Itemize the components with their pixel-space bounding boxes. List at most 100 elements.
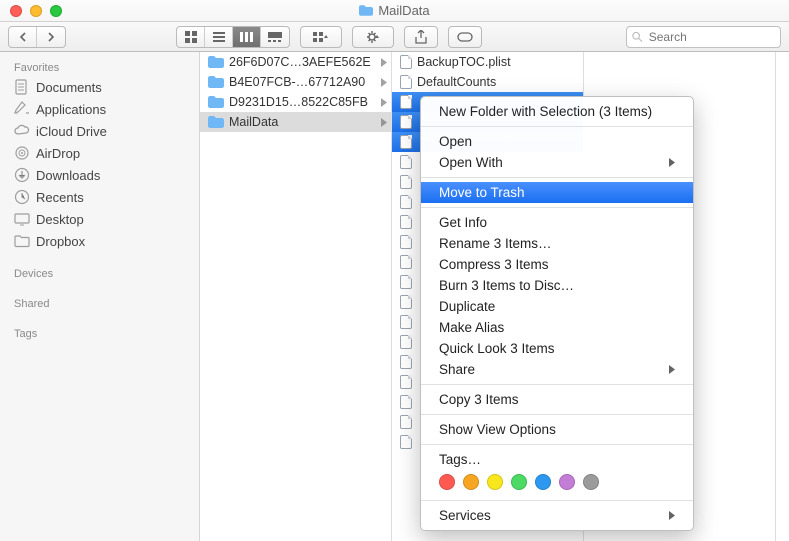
sidebar-section-label: Devices	[0, 264, 199, 282]
nav-forward-button[interactable]	[37, 27, 65, 47]
search-icon	[632, 31, 643, 43]
view-icons-button[interactable]	[177, 27, 205, 47]
menu-separator	[421, 177, 693, 178]
file-icon	[400, 335, 412, 349]
column: 26F6D07C…3AEFE562E B4E07FCB-…67712A90 D923…	[200, 52, 392, 541]
tag-color-dot[interactable]	[535, 474, 551, 490]
downloads-icon	[14, 167, 30, 183]
tag-color-dot[interactable]	[487, 474, 503, 490]
sidebar: FavoritesDocumentsApplicationsiCloud Dri…	[0, 52, 200, 541]
sidebar-item[interactable]: Dropbox	[0, 230, 199, 252]
menu-item[interactable]: Move to Trash	[421, 182, 693, 203]
sidebar-item-label: Dropbox	[36, 234, 85, 249]
sidebar-item[interactable]: iCloud Drive	[0, 120, 199, 142]
menu-item[interactable]: Quick Look 3 Items	[421, 338, 693, 359]
sidebar-item-label: Documents	[36, 80, 102, 95]
file-row[interactable]: DefaultCounts	[392, 72, 583, 92]
folder-icon	[208, 96, 224, 108]
menu-item[interactable]: Tags…	[421, 449, 693, 470]
view-list-button[interactable]	[205, 27, 233, 47]
view-gallery-button[interactable]	[261, 27, 289, 47]
sidebar-item-label: iCloud Drive	[36, 124, 107, 139]
desktop-icon	[14, 211, 30, 227]
menu-item-label: Copy 3 Items	[439, 392, 519, 407]
menu-item[interactable]: Open	[421, 131, 693, 152]
file-row[interactable]: BackupTOC.plist	[392, 52, 583, 72]
sidebar-item[interactable]: Applications	[0, 98, 199, 120]
nav-back-forward	[8, 26, 66, 48]
menu-item-label: Burn 3 Items to Disc…	[439, 278, 574, 293]
view-columns-button[interactable]	[233, 27, 261, 47]
folder-icon	[208, 56, 224, 68]
menu-item[interactable]: Rename 3 Items…	[421, 233, 693, 254]
file-icon	[400, 95, 412, 109]
chevron-right-icon	[381, 118, 387, 127]
folder-row[interactable]: B4E07FCB-…67712A90	[200, 72, 391, 92]
menu-tags-row	[421, 470, 693, 496]
file-icon	[400, 195, 412, 209]
file-icon	[400, 395, 412, 409]
menu-item[interactable]: New Folder with Selection (3 Items)	[421, 101, 693, 122]
tag-icon	[457, 32, 473, 42]
chevron-right-icon	[669, 158, 675, 167]
arrange-dropdown[interactable]	[300, 26, 342, 48]
window-title-text: MailData	[378, 3, 429, 18]
sidebar-item-label: Desktop	[36, 212, 84, 227]
search-field[interactable]	[626, 26, 781, 48]
file-icon	[400, 175, 412, 189]
file-icon	[400, 215, 412, 229]
sidebar-item[interactable]: AirDrop	[0, 142, 199, 164]
search-input[interactable]	[647, 29, 775, 45]
menu-item-label: Share	[439, 362, 475, 377]
menu-item[interactable]: Open With	[421, 152, 693, 173]
tag-color-dot[interactable]	[583, 474, 599, 490]
menu-item[interactable]: Share	[421, 359, 693, 380]
menu-separator	[421, 414, 693, 415]
tag-color-dot[interactable]	[559, 474, 575, 490]
file-icon	[400, 275, 412, 289]
tag-color-dot[interactable]	[511, 474, 527, 490]
folder-row[interactable]: MailData	[200, 112, 391, 132]
action-dropdown[interactable]	[352, 26, 394, 48]
menu-item-label: Open	[439, 134, 472, 149]
folder-icon	[14, 233, 30, 249]
sidebar-item-label: Applications	[36, 102, 106, 117]
tag-color-dot[interactable]	[463, 474, 479, 490]
sidebar-section-label: Tags	[0, 324, 199, 342]
menu-item[interactable]: Show View Options	[421, 419, 693, 440]
recents-icon	[14, 189, 30, 205]
sidebar-item[interactable]: Downloads	[0, 164, 199, 186]
row-label: BackupTOC.plist	[417, 55, 579, 69]
row-label: B4E07FCB-…67712A90	[229, 75, 376, 89]
menu-item-label: Rename 3 Items…	[439, 236, 552, 251]
menu-item[interactable]: Copy 3 Items	[421, 389, 693, 410]
row-label: 26F6D07C…3AEFE562E	[229, 55, 376, 69]
menu-item[interactable]: Services	[421, 505, 693, 526]
sidebar-item[interactable]: Desktop	[0, 208, 199, 230]
airdrop-icon	[14, 145, 30, 161]
folder-row[interactable]: D9231D15…8522C85FB	[200, 92, 391, 112]
chevron-right-icon	[381, 58, 387, 67]
sidebar-item[interactable]: Recents	[0, 186, 199, 208]
file-icon	[400, 155, 412, 169]
share-button[interactable]	[404, 26, 438, 48]
menu-item-label: Quick Look 3 Items	[439, 341, 555, 356]
menu-item-label: Show View Options	[439, 422, 556, 437]
menu-item[interactable]: Duplicate	[421, 296, 693, 317]
menu-item-label: Compress 3 Items	[439, 257, 549, 272]
chevron-right-icon	[669, 365, 675, 374]
menu-item[interactable]: Compress 3 Items	[421, 254, 693, 275]
sidebar-item[interactable]: Documents	[0, 76, 199, 98]
file-icon	[400, 75, 412, 89]
menu-item[interactable]: Burn 3 Items to Disc…	[421, 275, 693, 296]
menu-item[interactable]: Get Info	[421, 212, 693, 233]
tag-color-dot[interactable]	[439, 474, 455, 490]
folder-icon	[208, 76, 224, 88]
applications-icon	[14, 101, 30, 117]
menu-item[interactable]: Make Alias	[421, 317, 693, 338]
folder-row[interactable]: 26F6D07C…3AEFE562E	[200, 52, 391, 72]
sidebar-section-label: Shared	[0, 294, 199, 312]
folder-icon	[359, 5, 373, 16]
edit-tags-button[interactable]	[448, 26, 482, 48]
nav-back-button[interactable]	[9, 27, 37, 47]
